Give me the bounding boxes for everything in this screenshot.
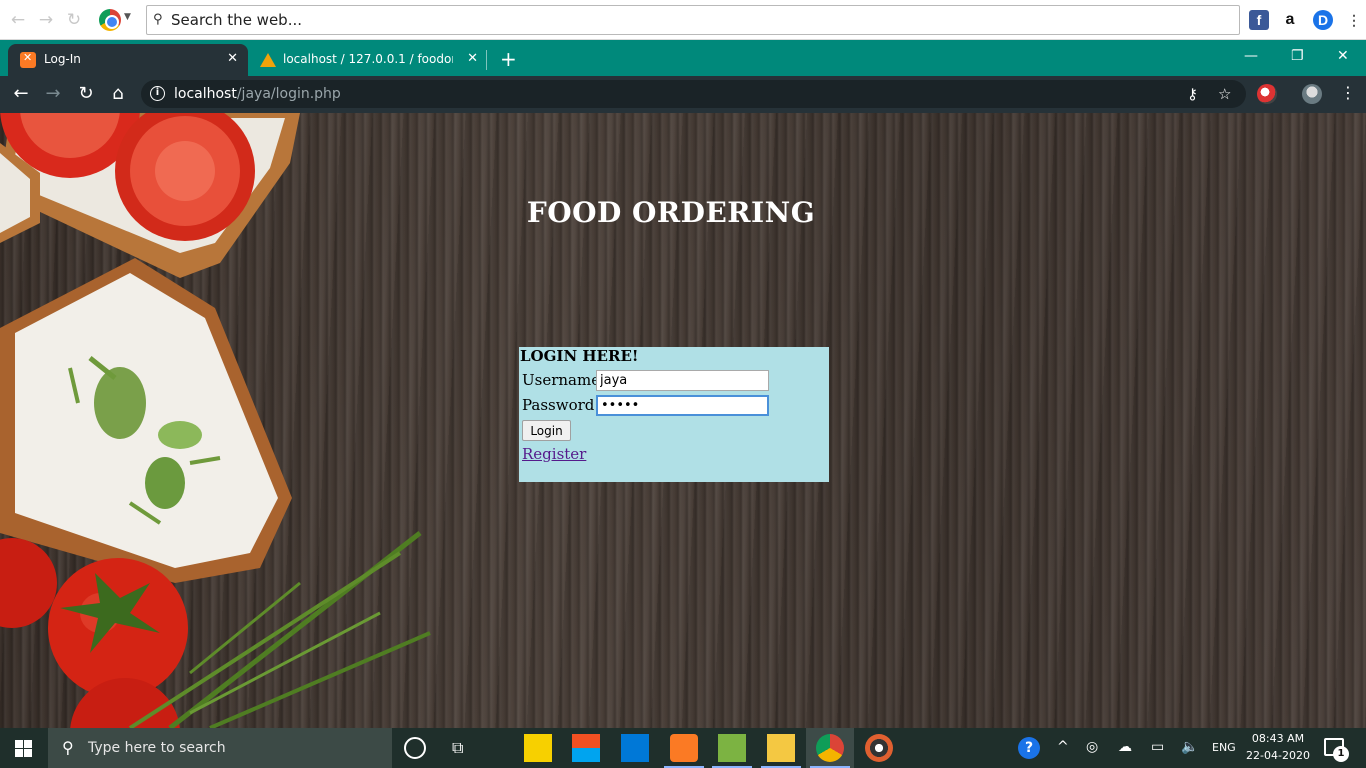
clock-time[interactable]: 08:43 AM [1243, 732, 1313, 745]
page-content: FOOD ORDERING LOGIN HERE! Username: Pass… [0, 113, 1366, 728]
url-path: /jaya/login.php [236, 86, 341, 102]
web-search-input[interactable] [171, 8, 1231, 32]
taskbar-search-placeholder: Type here to search [88, 740, 226, 756]
new-tab-plus-icon[interactable]: + [500, 49, 517, 69]
navigation-bar: ← → ↻ ⌂ i localhost/jaya/login.php ⚷ ☆ ⋮ [0, 76, 1366, 113]
toolbar-forward-icon[interactable]: → [36, 10, 56, 30]
username-field[interactable] [596, 370, 769, 391]
reload-icon[interactable]: ↻ [75, 83, 97, 105]
chevron-down-icon[interactable]: ▼ [124, 12, 131, 22]
task-view-icon[interactable]: ⧉ [452, 738, 474, 758]
close-icon[interactable]: ✕ [227, 51, 238, 66]
window-close-icon[interactable]: ✕ [1337, 48, 1349, 64]
url-host: localhost [174, 86, 237, 102]
url-text[interactable]: localhost/jaya/login.php [174, 86, 341, 102]
register-link[interactable]: Register [522, 445, 586, 463]
password-label: Password: [522, 396, 600, 414]
language-indicator[interactable]: ENG [1212, 741, 1236, 754]
minimize-icon[interactable]: — [1244, 48, 1258, 64]
battery-icon[interactable]: ▭ [1151, 739, 1164, 755]
chevron-up-icon[interactable]: ^ [1057, 739, 1069, 755]
toolbar-back-icon[interactable]: ← [8, 10, 28, 30]
mail-icon[interactable] [621, 734, 649, 762]
tab-strip: Log-In ✕ localhost / 127.0.0.1 / foodord… [0, 40, 1366, 76]
tab-label: Log-In [44, 52, 81, 66]
network-globe-icon[interactable]: ◎ [1086, 739, 1098, 755]
tab-label: localhost / 127.0.0.1 / foodorder [283, 52, 453, 66]
home-icon[interactable]: ⌂ [107, 83, 129, 105]
help-icon[interactable]: ? [1018, 737, 1040, 759]
more-vertical-icon[interactable]: ⋮ [1344, 10, 1364, 30]
search-toolbar: ← → ↻ ▼ ⚲ f a D ⋮ [0, 0, 1366, 40]
taskbar-search-box[interactable]: ⚲ Type here to search [48, 728, 392, 768]
username-label: Username: [522, 371, 606, 389]
search-icon: ⚲ [153, 12, 163, 27]
login-button[interactable]: Login [522, 420, 571, 441]
profile-avatar[interactable] [1302, 84, 1322, 104]
tab-divider [486, 50, 487, 70]
media-player-icon[interactable] [865, 734, 893, 762]
search-icon: ⚲ [62, 738, 74, 757]
star-icon[interactable]: ☆ [1218, 85, 1231, 103]
sticky-notes-icon[interactable] [524, 734, 552, 762]
store-icon[interactable] [572, 734, 600, 762]
address-bar[interactable]: i localhost/jaya/login.php ⚷ ☆ [141, 80, 1246, 108]
amazon-extension-icon[interactable]: a [1280, 10, 1300, 30]
close-icon[interactable]: ✕ [467, 51, 478, 66]
clock-date[interactable]: 22-04-2020 [1243, 749, 1313, 762]
site-info-icon[interactable]: i [150, 86, 165, 101]
web-search-box[interactable]: ⚲ [146, 5, 1240, 35]
login-form: LOGIN HERE! Username: Password: Login Re… [519, 347, 829, 482]
password-field[interactable] [596, 395, 769, 416]
cloud-icon[interactable]: ☁ [1118, 739, 1132, 755]
notepad-plus-icon[interactable] [712, 734, 752, 768]
restore-icon[interactable]: ❐ [1291, 48, 1304, 64]
page-title: FOOD ORDERING [526, 196, 816, 229]
cortana-icon[interactable] [404, 737, 426, 759]
d-extension-icon[interactable]: D [1313, 10, 1333, 30]
facebook-extension-icon[interactable]: f [1249, 10, 1269, 30]
tab-phpmyadmin[interactable]: localhost / 127.0.0.1 / foodorder ✕ [256, 44, 488, 76]
taskbar: ⚲ Type here to search ⧉ ? ^ ◎ ☁ ▭ 🔈 ENG … [0, 728, 1366, 768]
login-heading: LOGIN HERE! [520, 347, 639, 365]
chrome-icon[interactable] [810, 734, 850, 768]
chrome-logo-icon[interactable] [99, 9, 121, 31]
extension-ball-icon[interactable] [1257, 84, 1277, 104]
xampp-icon[interactable] [664, 734, 704, 768]
volume-icon[interactable]: 🔈 [1181, 739, 1198, 755]
menu-icon[interactable]: ⋮ [1340, 83, 1356, 102]
file-explorer-icon[interactable] [761, 734, 801, 768]
toolbar-refresh-icon[interactable]: ↻ [64, 10, 84, 30]
phpmyadmin-icon [260, 53, 276, 67]
key-icon[interactable]: ⚷ [1187, 85, 1198, 103]
forward-arrow-icon[interactable]: → [42, 83, 64, 105]
back-arrow-icon[interactable]: ← [10, 83, 32, 105]
notification-count-badge: 1 [1333, 746, 1349, 762]
xampp-icon [20, 51, 36, 68]
tab-log-in[interactable]: Log-In ✕ [8, 44, 248, 76]
windows-start-icon[interactable] [0, 728, 48, 768]
